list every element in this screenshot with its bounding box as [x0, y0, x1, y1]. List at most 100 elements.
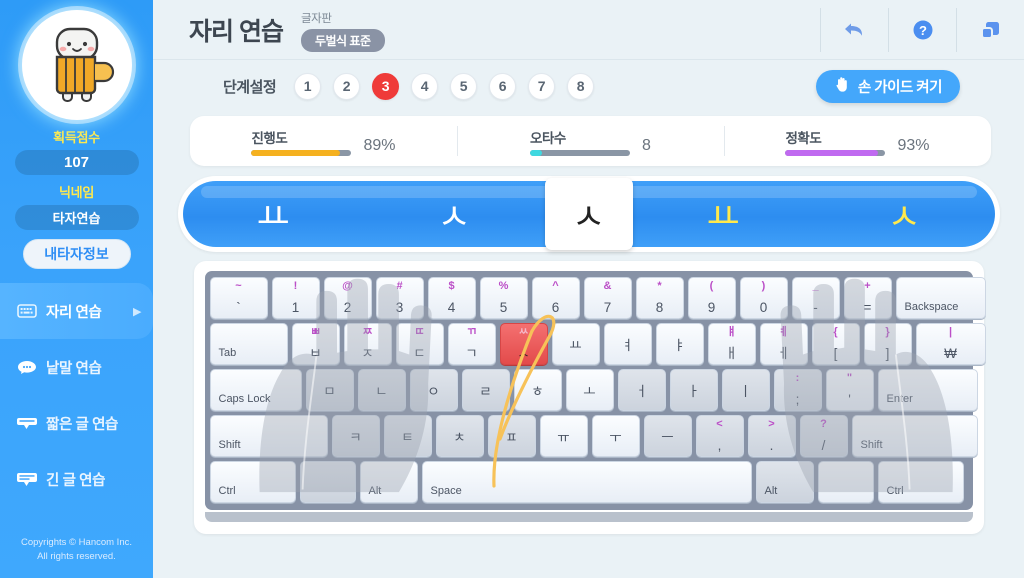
- key-ㅡ[interactable]: ㅡ: [643, 415, 692, 457]
- key-ㅌ[interactable]: ㅌ: [383, 415, 432, 457]
- sidebar-item-short-text-practice[interactable]: 짧은 글 연습: [0, 395, 153, 451]
- key-7[interactable]: & 7: [583, 277, 632, 319]
- key-tab[interactable]: Tab: [209, 323, 288, 365]
- step-button-4[interactable]: 4: [411, 72, 439, 100]
- step-button-2[interactable]: 2: [333, 72, 361, 100]
- key-ㅔ[interactable]: ㅖㅔ: [759, 323, 808, 365]
- key-ㄴ[interactable]: ㄴ: [357, 369, 406, 411]
- key-8[interactable]: * 8: [635, 277, 684, 319]
- key-ㅛ[interactable]: ㅛ: [551, 323, 600, 365]
- undo-button[interactable]: [821, 0, 888, 60]
- key-[[interactable]: {[: [811, 323, 860, 365]
- key-shift-label: _: [812, 280, 819, 292]
- key-ㅇ[interactable]: ㅇ: [409, 369, 458, 411]
- key-label: 7: [603, 299, 612, 315]
- key-ㅏ[interactable]: ㅏ: [669, 369, 718, 411]
- keyboard-row: Ctrl Alt Space Alt Ctrl: [209, 461, 968, 503]
- key-=[interactable]: + =: [843, 277, 892, 319]
- progress-bar: [251, 149, 352, 156]
- virtual-keyboard: ~ `! 1 @2 #3 $4% 5 ^ 6 & 7 * 8(9) 0 _ - + = Backspace Tab ㅃㅂ…: [193, 261, 986, 534]
- key-ㅣ[interactable]: ㅣ: [721, 369, 770, 411]
- step-button-3[interactable]: 3: [372, 72, 400, 100]
- character-strip: ㅛㅅㅅㅛㅅ: [177, 176, 1000, 252]
- key-shift-label: ㅆ: [518, 326, 529, 338]
- help-icon: ?: [913, 20, 932, 40]
- key-ㅎ[interactable]: ㅎ: [513, 369, 562, 411]
- key-0[interactable]: ) 0: [739, 277, 788, 319]
- key-ctrl[interactable]: Ctrl: [209, 461, 296, 503]
- key-blank[interactable]: [817, 461, 874, 503]
- my-typing-info-button[interactable]: 내타자정보: [22, 239, 131, 269]
- step-button-6[interactable]: 6: [489, 72, 517, 100]
- key--[interactable]: _ -: [791, 277, 840, 319]
- key-alt[interactable]: Alt: [755, 461, 814, 503]
- long-text-icon: [16, 469, 38, 489]
- key-shift[interactable]: Shift: [851, 415, 978, 457]
- key-backspace[interactable]: Backspace: [895, 277, 986, 319]
- step-button-1[interactable]: 1: [294, 72, 322, 100]
- sidebar-item-long-text-practice[interactable]: 긴 글 연습: [0, 451, 153, 507]
- key-ㄹ[interactable]: ㄹ: [461, 369, 510, 411]
- key-label: ㅕ: [621, 338, 634, 353]
- key-ㅍ[interactable]: ㅍ: [487, 415, 536, 457]
- key-ㅕ[interactable]: ㅕ: [603, 323, 652, 365]
- key-/[interactable]: ? /: [799, 415, 848, 457]
- key-ㅊ[interactable]: ㅊ: [435, 415, 484, 457]
- key-`[interactable]: ~ `: [209, 277, 268, 319]
- key-2[interactable]: @2: [323, 277, 372, 319]
- key-shift[interactable]: Shift: [209, 415, 328, 457]
- key-1[interactable]: ! 1: [271, 277, 320, 319]
- key-][interactable]: }]: [863, 323, 912, 365]
- step-button-5[interactable]: 5: [450, 72, 478, 100]
- key-ㅐ[interactable]: ㅒㅐ: [707, 323, 756, 365]
- keyboard-layout-value[interactable]: 두벌식 표준: [300, 28, 385, 52]
- key-5[interactable]: % 5: [479, 277, 528, 319]
- key-blank[interactable]: [299, 461, 356, 503]
- key-label: ㅠ: [557, 430, 570, 445]
- key-enter[interactable]: Enter: [877, 369, 978, 411]
- strip-character: ㅅ: [887, 196, 921, 237]
- key-ctrl[interactable]: Ctrl: [877, 461, 964, 503]
- key-label: =: [863, 299, 872, 315]
- key-shift-label: ㅒ: [726, 326, 737, 338]
- key-;[interactable]: :;: [773, 369, 822, 411]
- step-button-8[interactable]: 8: [567, 72, 595, 100]
- key-shift-label: ㄸ: [414, 326, 425, 338]
- key-3[interactable]: #3: [375, 277, 424, 319]
- key-ㅈ[interactable]: ㅉㅈ: [343, 323, 392, 365]
- key-ㅑ[interactable]: ㅑ: [655, 323, 704, 365]
- key-ㅂ[interactable]: ㅃㅂ: [291, 323, 340, 365]
- key-6[interactable]: ^ 6: [531, 277, 580, 319]
- key-ㅜ[interactable]: ㅜ: [591, 415, 640, 457]
- key-label: ㅊ: [453, 430, 466, 445]
- key-ㅅ[interactable]: ㅆㅅ: [499, 323, 548, 365]
- window-button[interactable]: [957, 0, 1024, 60]
- key-ㅓ[interactable]: ㅓ: [617, 369, 666, 411]
- key-space[interactable]: Space: [421, 461, 752, 503]
- key-label: ㅣ: [739, 384, 752, 399]
- key-ㅠ[interactable]: ㅠ: [539, 415, 588, 457]
- key-shift-label: &: [603, 280, 612, 292]
- key-ㄷ[interactable]: ㄸㄷ: [395, 323, 444, 365]
- keyboard-layout-caption: 글자판: [300, 12, 332, 25]
- key-ㅁ[interactable]: ㅁ: [305, 369, 354, 411]
- key-ㅋ[interactable]: ㅋ: [331, 415, 380, 457]
- key-₩[interactable]: | ₩: [915, 323, 986, 365]
- key-,[interactable]: <,: [695, 415, 744, 457]
- key-9[interactable]: (9: [687, 277, 736, 319]
- key-alt[interactable]: Alt: [359, 461, 418, 503]
- key-4[interactable]: $4: [427, 277, 476, 319]
- copyright: Copyrights © Hancom Inc. All rights rese…: [0, 536, 153, 564]
- key-label: ㅏ: [687, 384, 700, 399]
- key-label: Shift: [860, 439, 883, 451]
- key-caps-lock[interactable]: Caps Lock: [209, 369, 302, 411]
- key-.[interactable]: >.: [747, 415, 796, 457]
- key-'[interactable]: " ': [825, 369, 874, 411]
- key-ㅗ[interactable]: ㅗ: [565, 369, 614, 411]
- sidebar-item-word-practice[interactable]: 낱말 연습: [0, 339, 153, 395]
- help-button[interactable]: ?: [889, 0, 956, 60]
- sidebar-item-position-practice[interactable]: 자리 연습 ▶: [0, 283, 153, 339]
- key-ㄱ[interactable]: ㄲㄱ: [447, 323, 496, 365]
- step-button-7[interactable]: 7: [528, 72, 556, 100]
- hand-guide-toggle-button[interactable]: 손 가이드 켜기: [815, 69, 960, 103]
